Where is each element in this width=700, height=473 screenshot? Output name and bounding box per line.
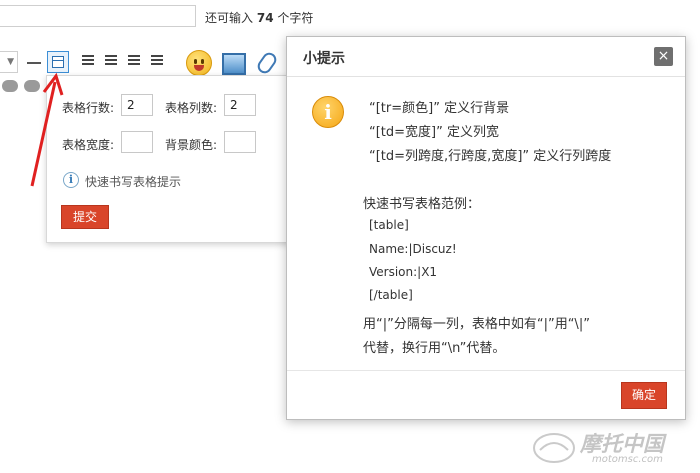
tip-line: “[td=宽度]” 定义列宽	[369, 125, 499, 140]
example-line: Name:|Discuz!	[369, 242, 457, 256]
note-line: 用“|”分隔每一列，表格中如有“|”用“\|”	[363, 317, 590, 332]
example-line: Version:|X1	[369, 265, 438, 279]
dialog-header: 小提示 ×	[287, 37, 685, 77]
watermark-sub: motomsc.com	[592, 454, 663, 465]
dialog-footer-divider	[287, 370, 685, 371]
dialog-title: 小提示	[303, 51, 345, 67]
ok-button[interactable]: 确定	[621, 382, 667, 409]
tip-line: “[td=列跨度,行跨度,宽度]” 定义行列跨度	[369, 149, 612, 164]
example-heading: 快速书写表格范例：	[363, 197, 481, 212]
tip-dialog: 小提示 × i “[tr=颜色]” 定义行背景 “[td=宽度]” 定义列宽 “…	[286, 36, 686, 420]
arrow-shaft	[30, 81, 57, 187]
info-icon: i	[312, 96, 344, 128]
note-line: 代替，换行用“\n”代替。	[363, 341, 506, 356]
example-line: [/table]	[369, 288, 413, 302]
close-icon[interactable]: ×	[654, 47, 673, 66]
tip-line: “[tr=颜色]” 定义行背景	[369, 101, 510, 116]
example-line: [table]	[369, 218, 409, 232]
